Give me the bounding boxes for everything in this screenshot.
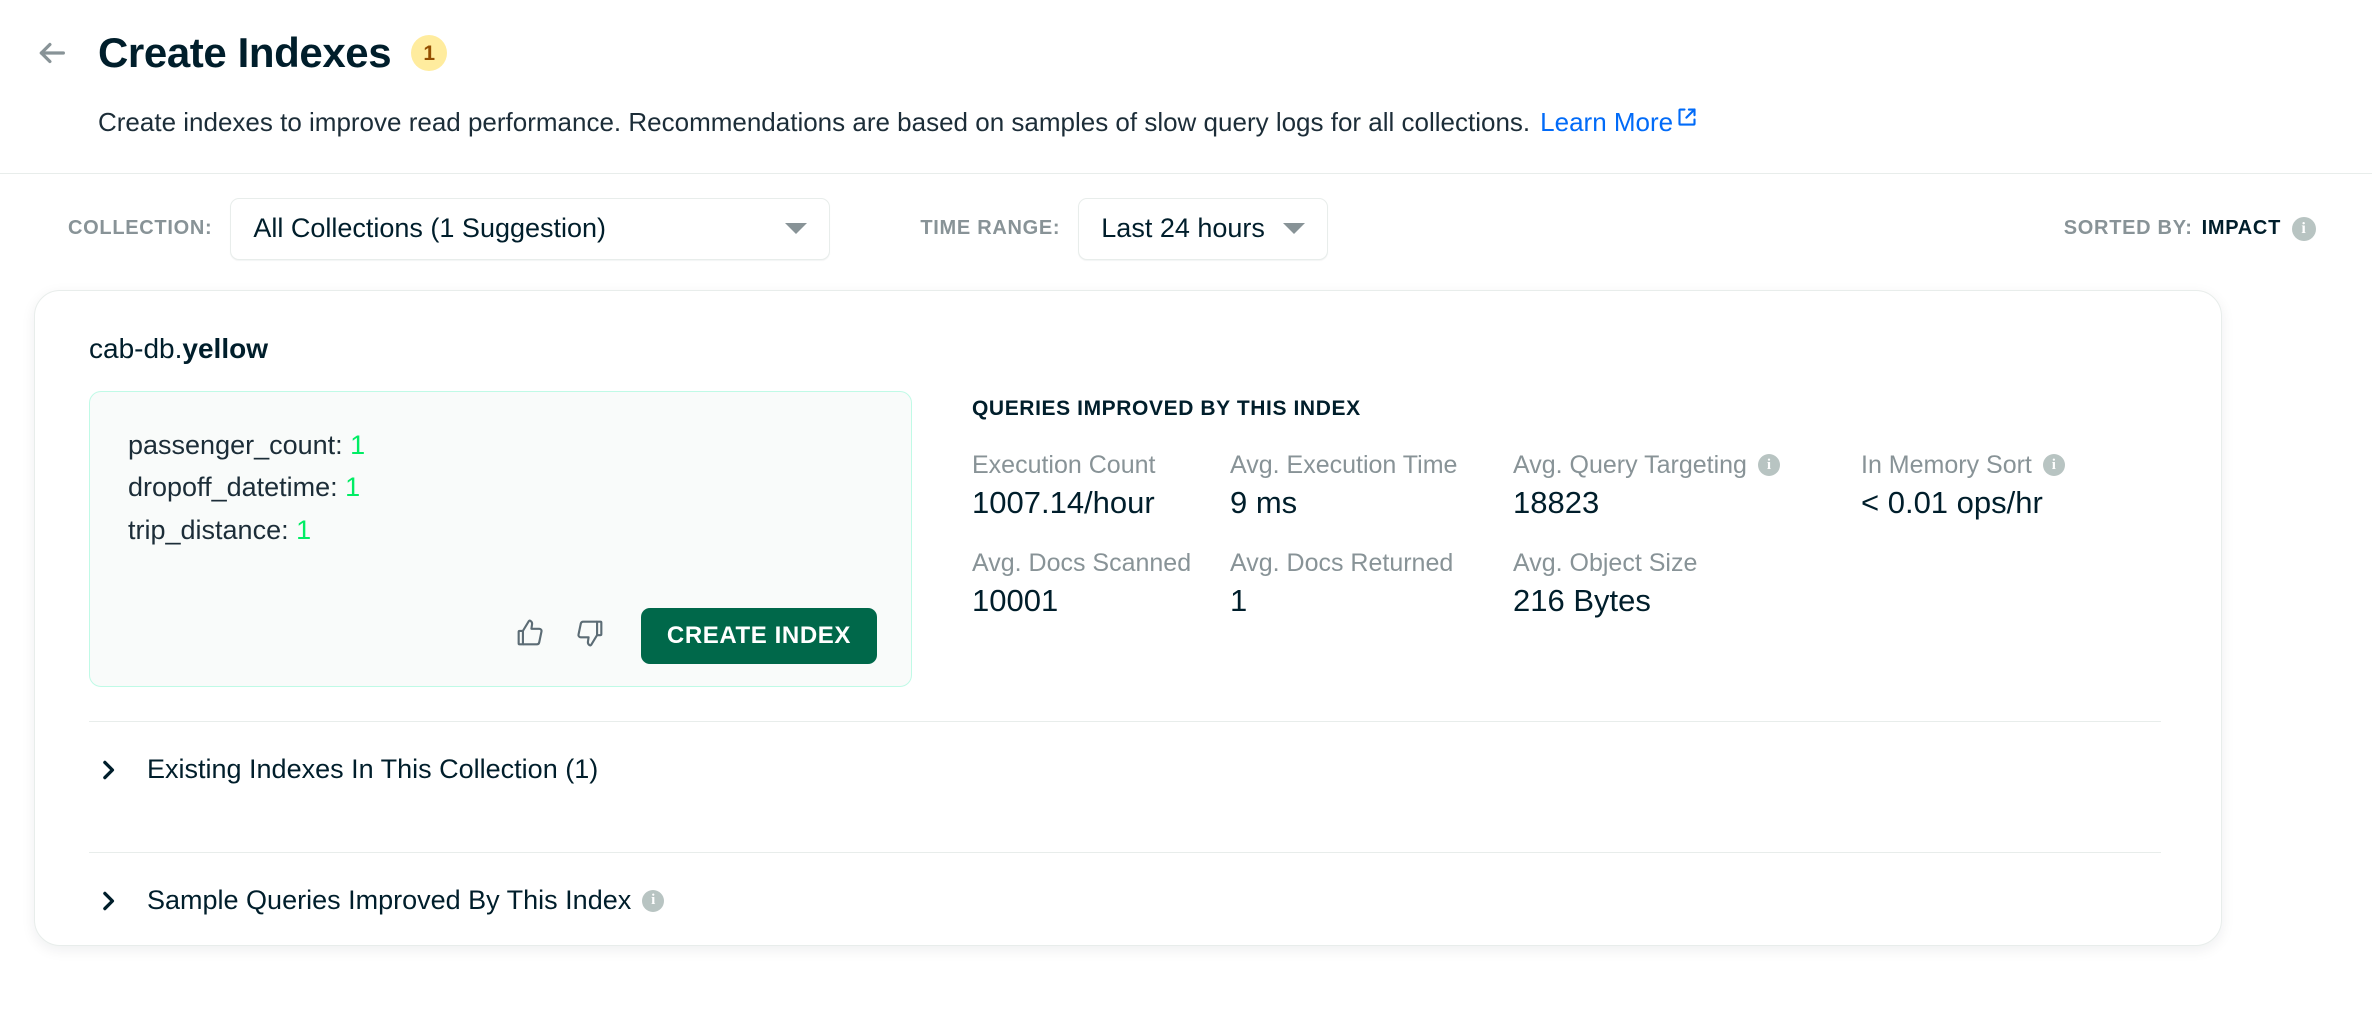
info-icon[interactable]: i: [1758, 454, 1780, 476]
metric-label: Avg. Execution Time: [1230, 451, 1513, 480]
time-range-filter-group: TIME RANGE: Last 24 hours: [920, 198, 1328, 260]
index-key-name: dropoff_datetime:: [128, 472, 338, 502]
index-key-row: passenger_count: 1: [128, 424, 877, 467]
collection-select[interactable]: All Collections (1 Suggestion): [230, 198, 830, 260]
thumbs-up-icon: [513, 616, 547, 655]
metric-label-text: Avg. Execution Time: [1230, 451, 1457, 480]
metric-label-text: Avg. Docs Returned: [1230, 549, 1453, 578]
metric-execution-count: Execution Count 1007.14/hour: [972, 451, 1230, 521]
index-key-name: trip_distance:: [128, 515, 289, 545]
index-key-name: passenger_count:: [128, 430, 343, 460]
queries-improved-metrics: QUERIES IMPROVED BY THIS INDEX Execution…: [972, 391, 2161, 619]
index-key-list: passenger_count: 1 dropoff_datetime: 1 t…: [128, 424, 877, 594]
metric-label-text: Execution Count: [972, 451, 1155, 480]
sample-queries-label-text: Sample Queries Improved By This Index: [147, 885, 631, 916]
metric-label: Avg. Docs Scanned: [972, 549, 1230, 578]
metric-label: In Memory Sort i: [1861, 451, 2161, 480]
info-icon[interactable]: i: [2292, 217, 2316, 241]
page-subtitle-row: Create indexes to improve read performan…: [0, 106, 2372, 139]
metric-label: Avg. Object Size: [1513, 549, 1861, 578]
index-key-value: 1: [350, 430, 365, 460]
metric-avg-object-size: Avg. Object Size 216 Bytes: [1513, 549, 1861, 619]
metric-label-text: Avg. Query Targeting: [1513, 451, 1747, 480]
sorted-by-value: IMPACT: [2202, 217, 2281, 240]
filter-bar: COLLECTION: All Collections (1 Suggestio…: [0, 174, 2372, 284]
index-suggestion-card: cab-db.yellow passenger_count: 1 dropoff…: [34, 290, 2222, 946]
back-button[interactable]: [30, 31, 74, 75]
metric-avg-docs-returned: Avg. Docs Returned 1: [1230, 549, 1513, 619]
collection-filter-label: COLLECTION:: [68, 217, 212, 240]
sorted-by-label: SORTED BY:: [2064, 217, 2193, 240]
create-indexes-page: Create Indexes 1 Create indexes to impro…: [0, 0, 2372, 1018]
metric-label-text: Avg. Object Size: [1513, 549, 1697, 578]
chevron-down-icon: [1283, 223, 1305, 234]
metric-avg-docs-scanned: Avg. Docs Scanned 10001: [972, 549, 1230, 619]
time-range-select-value: Last 24 hours: [1101, 213, 1265, 244]
external-link-icon: [1677, 102, 1697, 135]
suggested-index-box: passenger_count: 1 dropoff_datetime: 1 t…: [89, 391, 912, 687]
card-body: passenger_count: 1 dropoff_datetime: 1 t…: [89, 391, 2161, 687]
thumbs-up-button[interactable]: [507, 613, 553, 659]
info-icon[interactable]: i: [642, 890, 664, 912]
metric-label-text: In Memory Sort: [1861, 451, 2032, 480]
collection-filter-group: COLLECTION: All Collections (1 Suggestio…: [68, 198, 830, 260]
metric-value: < 0.01 ops/hr: [1861, 485, 2161, 521]
metric-value: 1007.14/hour: [972, 485, 1230, 521]
index-key-value: 1: [296, 515, 311, 545]
thumbs-down-icon: [573, 616, 607, 655]
page-title: Create Indexes: [98, 32, 391, 74]
metric-value: 10001: [972, 583, 1230, 619]
metric-value: 1: [1230, 583, 1513, 619]
create-index-button[interactable]: CREATE INDEX: [641, 608, 877, 664]
collection-name: yellow: [182, 333, 268, 364]
index-key-value: 1: [345, 472, 360, 502]
existing-indexes-label: Existing Indexes In This Collection (1): [147, 754, 598, 785]
metric-value: 18823: [1513, 485, 1861, 521]
thumbs-down-button[interactable]: [567, 613, 613, 659]
collection-namespace: cab-db.yellow: [89, 333, 2161, 365]
collection-select-value: All Collections (1 Suggestion): [253, 213, 606, 244]
sample-queries-section[interactable]: Sample Queries Improved By This Index i: [89, 853, 2161, 949]
metric-empty-slot: [1861, 549, 2161, 619]
page-subtitle: Create indexes to improve read performan…: [98, 106, 1530, 139]
title-row: Create Indexes 1: [0, 22, 2372, 84]
info-icon[interactable]: i: [2043, 454, 2065, 476]
learn-more-label: Learn More: [1540, 106, 1673, 139]
metric-label: Avg. Query Targeting i: [1513, 451, 1861, 480]
index-key-row: trip_distance: 1: [128, 509, 877, 552]
arrow-left-icon: [35, 36, 69, 70]
sample-queries-label: Sample Queries Improved By This Index i: [147, 885, 664, 916]
metric-in-memory-sort: In Memory Sort i < 0.01 ops/hr: [1861, 451, 2161, 521]
time-range-select[interactable]: Last 24 hours: [1078, 198, 1328, 260]
metrics-title: QUERIES IMPROVED BY THIS INDEX: [972, 397, 2161, 421]
page-header: Create Indexes 1 Create indexes to impro…: [0, 0, 2372, 174]
time-range-filter-label: TIME RANGE:: [920, 217, 1060, 240]
metric-label: Avg. Docs Returned: [1230, 549, 1513, 578]
suggestion-count-badge: 1: [411, 35, 447, 71]
metric-avg-execution-time: Avg. Execution Time 9 ms: [1230, 451, 1513, 521]
existing-indexes-section[interactable]: Existing Indexes In This Collection (1): [89, 722, 2161, 818]
metric-value: 216 Bytes: [1513, 583, 1861, 619]
sorted-by: SORTED BY: IMPACT i: [2064, 217, 2316, 241]
index-actions: CREATE INDEX: [128, 608, 877, 664]
metric-avg-query-targeting: Avg. Query Targeting i 18823: [1513, 451, 1861, 521]
chevron-right-icon: [95, 890, 123, 912]
learn-more-link[interactable]: Learn More: [1540, 106, 1697, 139]
chevron-right-icon: [95, 759, 123, 781]
metric-label-text: Avg. Docs Scanned: [972, 549, 1191, 578]
metric-value: 9 ms: [1230, 485, 1513, 521]
index-key-row: dropoff_datetime: 1: [128, 466, 877, 509]
metrics-grid: Execution Count 1007.14/hour Avg. Execut…: [972, 451, 2161, 619]
chevron-down-icon: [785, 223, 807, 234]
database-name: cab-db.: [89, 333, 182, 364]
metric-label: Execution Count: [972, 451, 1230, 480]
